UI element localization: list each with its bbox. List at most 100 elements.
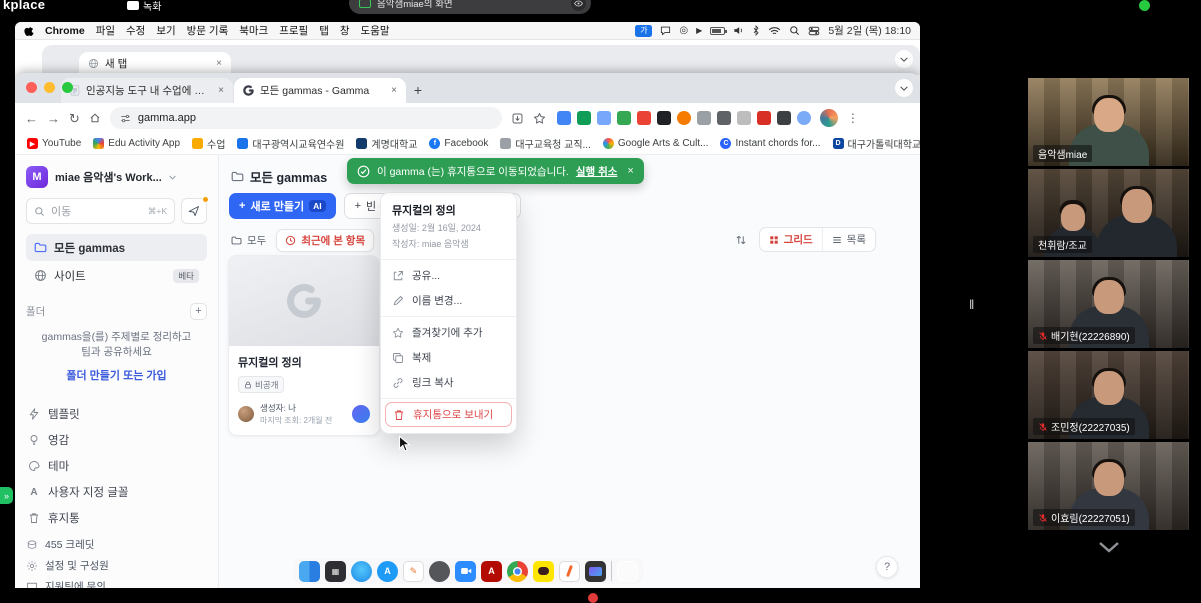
create-new-ai-button[interactable]: + 새로 만들기 AI bbox=[229, 193, 336, 219]
bluetooth-icon[interactable] bbox=[752, 25, 760, 36]
menu-view[interactable]: 보기 bbox=[156, 23, 175, 38]
chat-status-icon[interactable] bbox=[660, 25, 671, 36]
add-folder-button[interactable]: + bbox=[190, 303, 207, 320]
dock-trash-icon[interactable] bbox=[617, 561, 638, 582]
participant-video[interactable]: 이효림(22227051) bbox=[1028, 442, 1189, 530]
battery-icon[interactable] bbox=[710, 27, 725, 35]
extension-icon[interactable] bbox=[557, 111, 571, 125]
search-input[interactable]: 이동 ⌘+K bbox=[26, 198, 175, 224]
extension-icon[interactable] bbox=[597, 111, 611, 125]
participant-video[interactable]: 조민정(22227035) bbox=[1028, 351, 1189, 439]
background-tab-newtab[interactable]: 새 탭 × bbox=[79, 52, 231, 75]
bookmark-item[interactable]: 수업 bbox=[192, 136, 225, 151]
participant-video[interactable]: 음악샘miae bbox=[1028, 78, 1189, 166]
credits-item[interactable]: 455 크레딧 bbox=[26, 534, 207, 555]
dock-finder-icon[interactable] bbox=[299, 561, 320, 582]
close-tab-icon[interactable]: × bbox=[391, 85, 397, 96]
help-button[interactable]: ? bbox=[876, 556, 898, 578]
close-tab-icon[interactable]: × bbox=[218, 85, 224, 96]
sidebar-item-templates[interactable]: 템플릿 bbox=[26, 401, 207, 427]
screen-share-banner[interactable]: 음악샘miae의 화면 bbox=[349, 0, 591, 14]
collapse-participants-button[interactable] bbox=[1028, 541, 1189, 553]
bookmark-item[interactable]: Google Arts & Cult... bbox=[603, 138, 709, 149]
new-tab-button[interactable]: + bbox=[406, 78, 430, 102]
dock-kakaotalk-icon[interactable] bbox=[533, 561, 554, 582]
sidebar-item-inspiration[interactable]: 영감 bbox=[26, 427, 207, 453]
menu-item-rename[interactable]: 이름 변경... bbox=[381, 288, 516, 313]
card-thumbnail[interactable] bbox=[229, 256, 379, 346]
participant-video[interactable]: 천휘람/조교 bbox=[1028, 169, 1189, 257]
browser-menu-icon[interactable]: ⋮ bbox=[847, 111, 859, 125]
extension-icon[interactable] bbox=[697, 111, 711, 125]
menu-window[interactable]: 창 bbox=[340, 23, 350, 38]
extension-icon[interactable] bbox=[677, 111, 691, 125]
extension-icon[interactable] bbox=[737, 111, 751, 125]
extension-icon[interactable] bbox=[797, 111, 811, 125]
sidebar-item-trash[interactable]: 휴지통 bbox=[26, 505, 207, 531]
bookmark-star-icon[interactable] bbox=[533, 112, 546, 125]
panel-resize-handle[interactable]: ‖ bbox=[969, 297, 974, 312]
dock-safari-icon[interactable] bbox=[351, 561, 372, 582]
home-icon[interactable] bbox=[89, 112, 101, 124]
menubar-clock[interactable]: 5월 2일 (목) 18:10 bbox=[828, 23, 911, 38]
dock-acrobat-icon[interactable]: A bbox=[481, 561, 502, 582]
tab-gammas[interactable]: 모든 gammas - Gamma × bbox=[234, 78, 406, 103]
grid-view-button[interactable]: 그리드 bbox=[760, 228, 823, 251]
workspace-switcher[interactable]: M miae 음악샘's Work... bbox=[26, 164, 207, 190]
bookmark-item[interactable]: 대구교육청 교직... bbox=[500, 136, 591, 151]
side-panel-expand-icon[interactable]: » bbox=[0, 487, 13, 504]
contact-support-item[interactable]: 지원팀에 문의 bbox=[26, 576, 207, 588]
bookmark-item[interactable]: 대구광역시교육연수원 bbox=[237, 136, 344, 151]
menu-history[interactable]: 방문 기록 bbox=[187, 23, 229, 38]
menu-item-favorite[interactable]: 즐겨찾기에 추가 bbox=[381, 320, 516, 345]
site-settings-icon[interactable] bbox=[120, 113, 131, 124]
extension-icon[interactable] bbox=[717, 111, 731, 125]
extension-icon[interactable] bbox=[757, 111, 771, 125]
back-icon[interactable]: ← bbox=[25, 112, 38, 125]
wifi-icon[interactable] bbox=[768, 26, 781, 36]
extension-icon[interactable] bbox=[577, 111, 591, 125]
undo-link[interactable]: 실행 취소 bbox=[576, 164, 618, 179]
bookmark-item[interactable]: D대구가톨릭대학교 교... bbox=[833, 136, 920, 151]
dock-zoom-icon[interactable] bbox=[455, 561, 476, 582]
apple-menu-icon[interactable] bbox=[24, 25, 34, 37]
address-bar[interactable]: gamma.app bbox=[110, 107, 502, 129]
dock-launchpad-icon[interactable]: ▦ bbox=[325, 561, 346, 582]
share-workspace-button[interactable] bbox=[181, 198, 207, 224]
sidebar-item-all-gammas[interactable]: 모든 gammas bbox=[26, 234, 207, 261]
gamma-card[interactable]: 뮤지컬의 정의 비공개 생성자: 나 마지막 조회: 2개월 전 bbox=[228, 255, 380, 436]
extension-icon[interactable] bbox=[657, 111, 671, 125]
sidebar-item-themes[interactable]: 테마 bbox=[26, 453, 207, 479]
extension-icon[interactable] bbox=[617, 111, 631, 125]
dock-hancom-icon[interactable] bbox=[559, 561, 580, 582]
menu-bookmarks[interactable]: 북마크 bbox=[239, 23, 268, 38]
menu-item-share[interactable]: 공유... bbox=[381, 263, 516, 288]
menu-item-send-to-trash[interactable]: 휴지통으로 보내기 bbox=[385, 402, 512, 427]
tab-ai-tools[interactable]: 인공지능 도구 내 수업에 적용하기 × bbox=[61, 78, 233, 103]
list-view-button[interactable]: 목록 bbox=[823, 228, 875, 251]
bookmark-item[interactable]: 계명대학교 bbox=[356, 136, 417, 151]
menu-tab[interactable]: 탭 bbox=[319, 23, 329, 38]
profile-avatar[interactable] bbox=[820, 109, 838, 127]
screen-record-status-icon[interactable]: ◎ bbox=[679, 25, 688, 36]
menubar-app-name[interactable]: Chrome bbox=[45, 25, 85, 37]
forward-icon[interactable]: → bbox=[47, 112, 60, 125]
menu-item-duplicate[interactable]: 복제 bbox=[381, 345, 516, 370]
dock-appstore-icon[interactable]: A bbox=[377, 561, 398, 582]
bookmark-item[interactable]: ▶YouTube bbox=[27, 138, 81, 149]
dock-garageband-icon[interactable] bbox=[429, 561, 450, 582]
volume-icon[interactable] bbox=[733, 25, 744, 36]
play-status-icon[interactable]: ▶ bbox=[696, 26, 702, 35]
close-tab-icon[interactable]: × bbox=[216, 58, 222, 69]
close-toast-icon[interactable]: × bbox=[627, 165, 633, 177]
sidebar-item-sites[interactable]: 사이트 베타 bbox=[26, 262, 207, 289]
url-text[interactable]: gamma.app bbox=[138, 112, 196, 124]
input-source-icon[interactable]: 가 bbox=[635, 25, 652, 37]
window-controls[interactable] bbox=[26, 82, 73, 93]
settings-members-item[interactable]: 설정 및 구성원 bbox=[26, 555, 207, 576]
sort-order-icon[interactable] bbox=[735, 234, 747, 246]
bookmark-item[interactable]: fFacebook bbox=[429, 138, 488, 149]
eye-icon[interactable] bbox=[571, 0, 586, 11]
create-folder-link[interactable]: 폴더 만들기 또는 가입 bbox=[26, 367, 207, 383]
background-window[interactable]: 새 탭 × bbox=[42, 45, 920, 75]
